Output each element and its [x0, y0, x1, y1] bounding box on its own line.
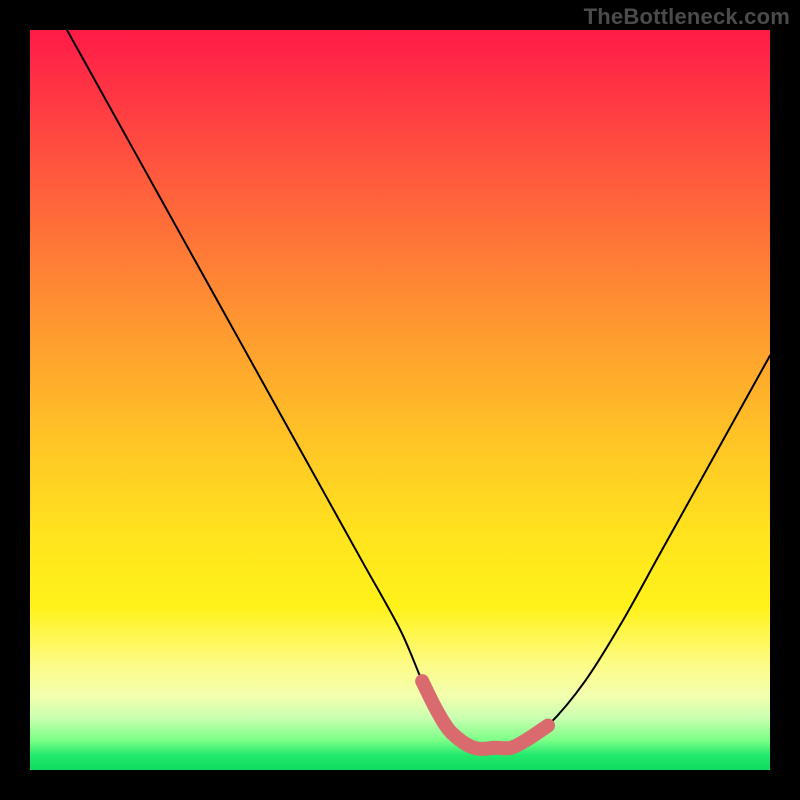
- watermark-label: TheBottleneck.com: [584, 4, 790, 30]
- curve-layer: [30, 30, 770, 770]
- plot-area: [30, 30, 770, 770]
- bottleneck-curve: [67, 30, 770, 749]
- chart-frame: TheBottleneck.com: [0, 0, 800, 800]
- bottleneck-highlight: [422, 681, 548, 749]
